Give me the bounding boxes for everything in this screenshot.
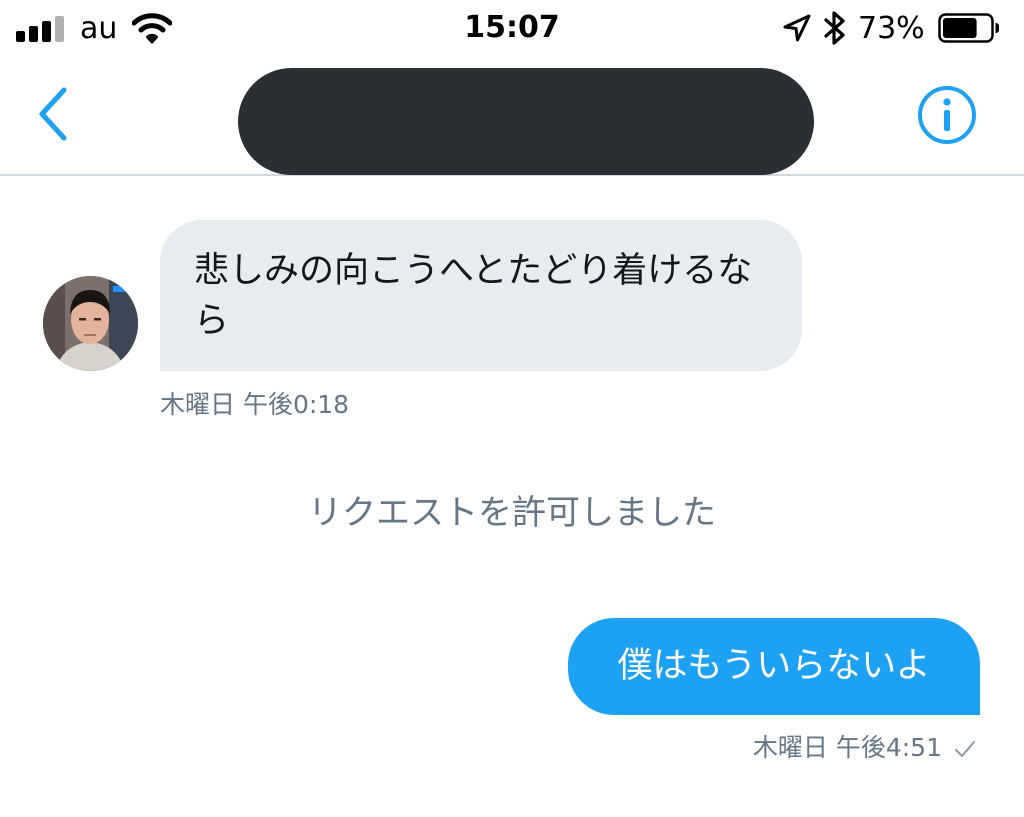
incoming-message-text: 悲しみの向こうへとたどり着けるなら <box>194 251 753 341</box>
incoming-message-timestamp: 木曜日 午後0:18 <box>160 390 350 419</box>
battery-percent: 73% <box>858 11 925 46</box>
avatar-photo <box>43 276 138 371</box>
outgoing-timestamp-text: 木曜日 午後4:51 <box>752 733 942 762</box>
chevron-left-icon[interactable] <box>30 84 78 144</box>
status-bar: au 15:07 73% <box>0 0 1024 56</box>
outgoing-message-text: 僕はもういらないよ <box>617 646 931 686</box>
outgoing-message-timestamp: 木曜日 午後4:51 <box>753 731 942 765</box>
outgoing-message-bubble[interactable]: 僕はもういらないよ <box>568 618 980 715</box>
conversation-header <box>0 56 1024 176</box>
check-icon <box>955 741 975 757</box>
location-arrow-icon <box>783 14 811 42</box>
redacted-conversation-title <box>238 68 814 175</box>
incoming-message-bubble[interactable]: 悲しみの向こうへとたどり着けるなら <box>160 220 802 371</box>
bluetooth-icon <box>824 11 845 45</box>
dm-conversation-screen: au 15:07 73% 悲しみの向こうへとたどり着けるなら 木曜日 午後0:1… <box>0 0 1024 817</box>
info-icon[interactable] <box>916 84 978 146</box>
avatar[interactable] <box>43 276 138 371</box>
battery-icon <box>938 13 999 43</box>
request-accepted-notice: リクエストを許可しました <box>308 493 716 533</box>
